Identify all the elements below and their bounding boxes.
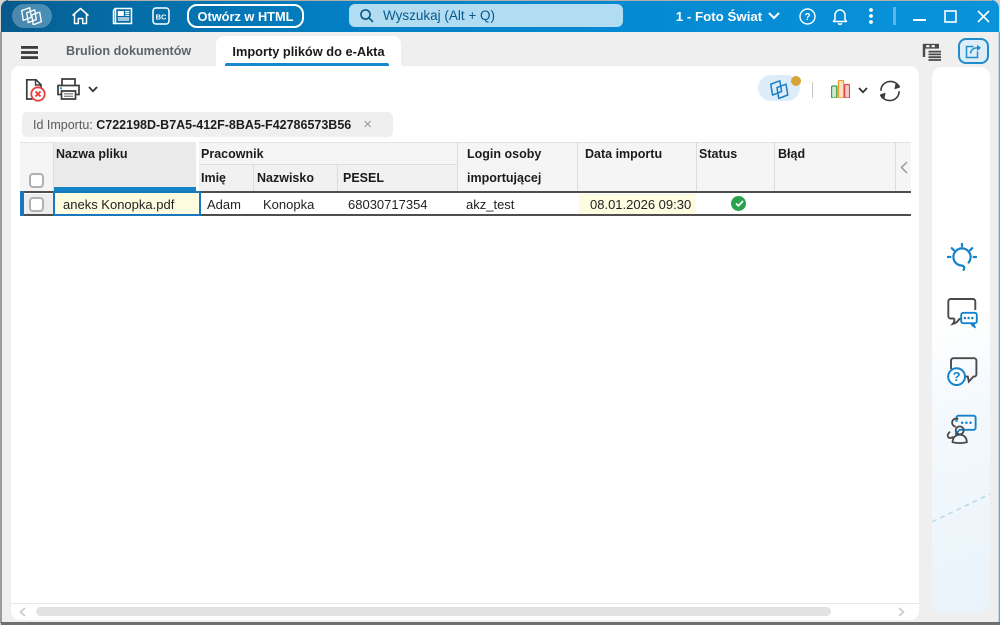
svg-text:?: ? xyxy=(953,369,961,384)
svg-text:?: ? xyxy=(804,12,810,23)
svg-text:BC: BC xyxy=(156,12,167,21)
